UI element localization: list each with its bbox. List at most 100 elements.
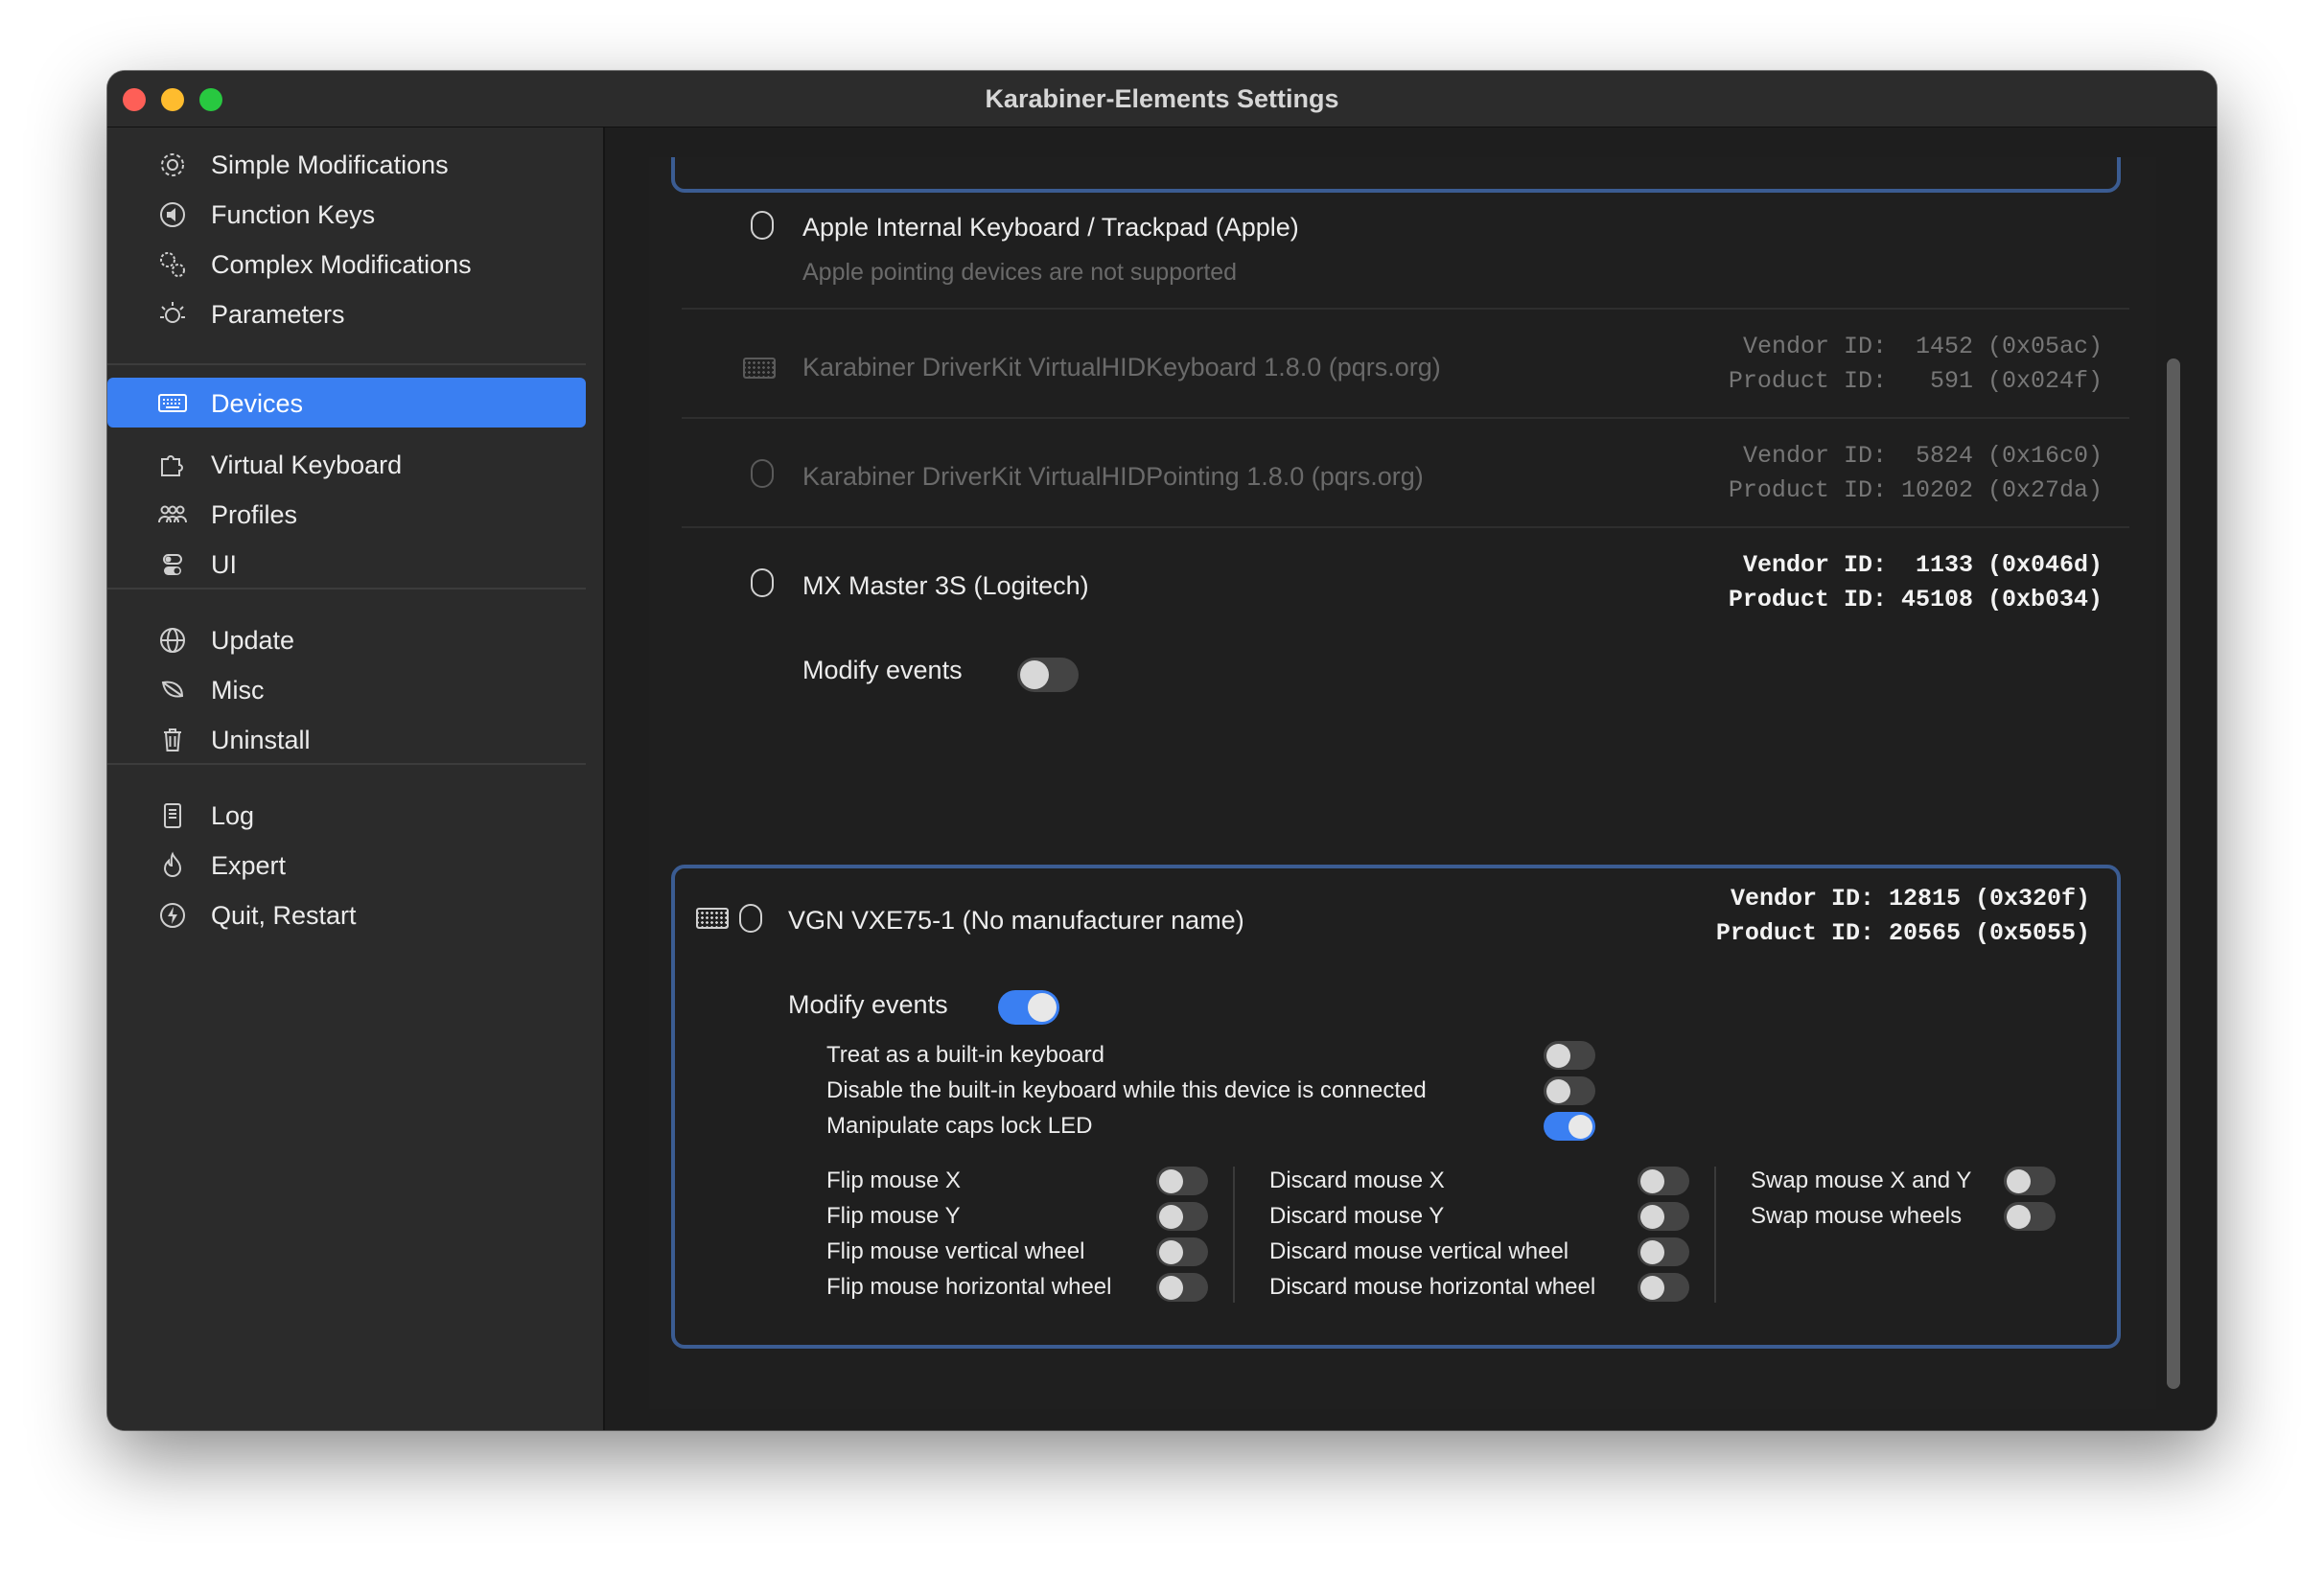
sidebar-item-quit-restart[interactable]: Quit, Restart — [107, 878, 586, 953]
devices-list: Apple Internal Keyboard / Trackpad (Appl… — [649, 157, 2156, 1409]
product-id: Product ID: 45108 (0xb034) — [1728, 586, 2103, 613]
keyboard-icon — [155, 385, 190, 420]
disable-builtin-toggle[interactable] — [1544, 1076, 1595, 1105]
toggle-knob — [1546, 1078, 1570, 1103]
sun-icon — [155, 297, 190, 332]
option-caps-led-label: Manipulate caps lock LED — [826, 1113, 1093, 1139]
column-divider — [1714, 1167, 1716, 1303]
option-discard-vwheel-label: Discard mouse vertical wheel — [1269, 1238, 1569, 1264]
device-name: Karabiner DriverKit VirtualHIDKeyboard 1… — [802, 353, 1441, 381]
swap-mouse-wheels-toggle[interactable] — [2004, 1202, 2056, 1231]
toggle-knob — [1159, 1275, 1183, 1300]
flip-vertical-wheel-toggle[interactable] — [1156, 1237, 1208, 1266]
toggle-knob — [1159, 1239, 1183, 1264]
sidebar-item-parameters[interactable]: Parameters — [107, 277, 586, 352]
device-name: MX Master 3S (Logitech) — [802, 571, 1089, 600]
device-name: Apple Internal Keyboard / Trackpad (Appl… — [802, 213, 1299, 242]
sidebar-divider — [107, 588, 586, 590]
keyboard-icon — [743, 358, 776, 379]
flip-horizontal-wheel-toggle[interactable] — [1156, 1273, 1208, 1302]
swap-mouse-xy-toggle[interactable] — [2004, 1167, 2056, 1195]
sidebar-item-label: Simple Modifications — [211, 150, 449, 179]
settings-window: Karabiner-Elements Settings Simple Modif… — [107, 71, 2217, 1430]
flip-mouse-y-toggle[interactable] — [1156, 1202, 1208, 1231]
sidebar-item-label: Virtual Keyboard — [211, 451, 403, 479]
option-discard-x-label: Discard mouse X — [1269, 1167, 1445, 1193]
vendor-id: Vendor ID: 5824 (0x16c0) — [1742, 442, 2103, 470]
builtin-keyboard-toggle[interactable] — [1544, 1041, 1595, 1070]
toggle-knob — [1569, 1114, 1592, 1139]
device-row-virtualhid-pointing: Karabiner DriverKit VirtualHIDPointing 1… — [682, 419, 2129, 528]
flip-mouse-x-toggle[interactable] — [1156, 1167, 1208, 1195]
modify-events-toggle[interactable] — [1017, 658, 1079, 692]
column-divider — [1233, 1167, 1235, 1303]
toggle-knob — [1159, 1204, 1183, 1229]
sidebar-item-label: Quit, Restart — [211, 901, 357, 930]
mouse-icon — [739, 904, 762, 933]
toggle-knob — [1640, 1204, 1664, 1229]
sidebar-item-uninstall[interactable]: Uninstall — [107, 703, 586, 777]
option-discard-hwheel-label: Discard mouse horizontal wheel — [1269, 1274, 1596, 1300]
mouse-icon — [751, 211, 774, 240]
option-disable-builtin-label: Disable the built-in keyboard while this… — [826, 1077, 1427, 1103]
caps-lock-led-toggle[interactable] — [1544, 1112, 1595, 1141]
toggle-knob — [1546, 1043, 1570, 1068]
device-row-mx-master: MX Master 3S (Logitech) Vendor ID: 1133 … — [682, 528, 2129, 773]
vendor-id: Vendor ID: 1452 (0x05ac) — [1742, 333, 2103, 360]
discard-horizontal-wheel-toggle[interactable] — [1638, 1273, 1689, 1302]
toggle-knob — [1028, 993, 1057, 1022]
keyboard-icon — [696, 908, 729, 929]
product-id: Product ID: 10202 (0x27da) — [1728, 476, 2103, 504]
device-card-partial — [671, 157, 2121, 193]
device-row-apple: Apple Internal Keyboard / Trackpad (Appl… — [682, 196, 2129, 310]
trash-icon — [155, 723, 190, 757]
sidebar-item-label: Complex Modifications — [211, 250, 472, 279]
toggle-knob — [1640, 1168, 1664, 1193]
sidebar-item-devices[interactable]: Devices — [107, 378, 586, 428]
discard-mouse-y-toggle[interactable] — [1638, 1202, 1689, 1231]
modify-events-toggle[interactable] — [998, 990, 1059, 1025]
device-row-virtualhid-keyboard: Karabiner DriverKit VirtualHIDKeyboard 1… — [682, 310, 2129, 419]
device-ids: Vendor ID: 5824 (0x16c0) Product ID: 1020… — [1729, 439, 2103, 508]
option-swap-wheels-label: Swap mouse wheels — [1751, 1203, 1963, 1229]
option-discard-y-label: Discard mouse Y — [1269, 1203, 1445, 1229]
power-icon — [155, 898, 190, 933]
toggle-knob — [2007, 1204, 2031, 1229]
device-card-vgn[interactable]: VGN VXE75-1 (No manufacturer name) Vendo… — [671, 865, 2121, 1349]
window-title: Karabiner-Elements Settings — [985, 84, 1339, 113]
product-id: Product ID: 591 (0x024f) — [1728, 367, 2103, 395]
device-ids: Vendor ID: 1133 (0x046d) Product ID: 4510… — [1729, 548, 2103, 617]
toggle-knob — [1159, 1168, 1183, 1193]
scrollbar[interactable] — [2167, 358, 2180, 1389]
option-flip-x-label: Flip mouse X — [826, 1167, 962, 1193]
sidebar-item-label: Function Keys — [211, 200, 376, 229]
sidebar-item-label: Devices — [211, 389, 304, 418]
mouse-icon — [751, 459, 774, 488]
modify-events-label: Modify events — [802, 656, 963, 684]
device-name: VGN VXE75-1 (No manufacturer name) — [788, 906, 1244, 935]
toggle-knob — [1640, 1239, 1664, 1264]
sidebar-item-label: Update — [211, 626, 295, 655]
sidebar-item-label: Log — [211, 801, 255, 830]
discard-mouse-x-toggle[interactable] — [1638, 1167, 1689, 1195]
option-flip-hwheel-label: Flip mouse horizontal wheel — [826, 1274, 1112, 1300]
option-flip-y-label: Flip mouse Y — [826, 1203, 961, 1229]
device-ids: Vendor ID: 12815 (0x320f) Product ID: 205… — [1716, 882, 2090, 951]
vendor-id: Vendor ID: 1133 (0x046d) — [1742, 551, 2103, 579]
sidebar-item-label: UI — [211, 550, 237, 579]
toggles-icon — [155, 547, 190, 582]
option-builtin-label: Treat as a built-in keyboard — [826, 1042, 1104, 1068]
sidebar-item-ui[interactable]: UI — [107, 527, 586, 602]
sidebar-item-label: Parameters — [211, 300, 345, 329]
modify-events-label: Modify events — [788, 990, 948, 1019]
discard-vertical-wheel-toggle[interactable] — [1638, 1237, 1689, 1266]
sidebar-item-label: Uninstall — [211, 726, 311, 754]
device-note: Apple pointing devices are not supported — [802, 259, 1238, 286]
option-swap-xy-label: Swap mouse X and Y — [1751, 1167, 1972, 1193]
toggle-knob — [1640, 1275, 1664, 1300]
sidebar-item-label: Profiles — [211, 500, 298, 529]
toggle-knob — [2007, 1168, 2031, 1193]
product-id: Product ID: 20565 (0x5055) — [1715, 919, 2090, 947]
vendor-id: Vendor ID: 12815 (0x320f) — [1730, 885, 2090, 913]
title-bar: Karabiner-Elements Settings — [107, 71, 2217, 127]
